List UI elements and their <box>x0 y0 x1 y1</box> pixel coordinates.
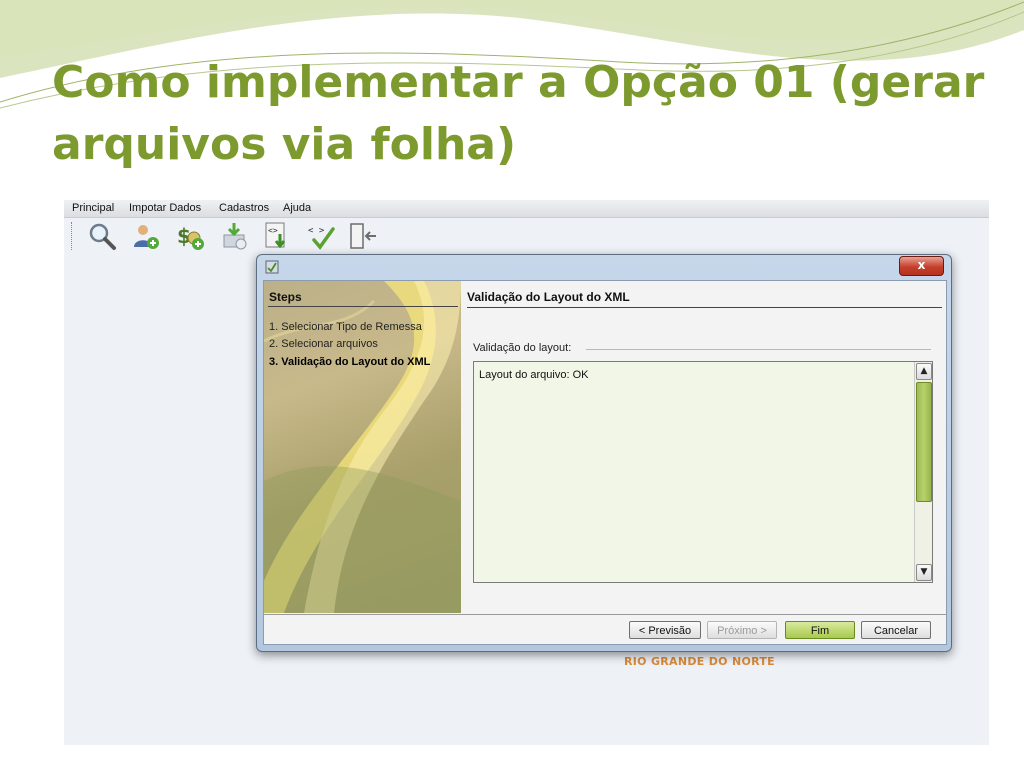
toolbar-grip[interactable] <box>71 222 74 250</box>
content-divider <box>467 307 942 308</box>
search-button[interactable] <box>87 221 117 251</box>
menu-importar-dados[interactable]: Impotar Dados <box>129 202 201 214</box>
add-user-button[interactable] <box>131 221 161 251</box>
exit-button[interactable] <box>348 221 378 251</box>
org-name: RIO GRANDE DO NORTE <box>624 655 775 668</box>
steps-panel: Steps 1. Selecionar Tipo de Remessa 2. S… <box>264 281 461 613</box>
vertical-scrollbar[interactable]: ▲ ▼ <box>914 362 932 582</box>
slide-title: Como implementar a Opção 01 (gerar arqui… <box>52 57 985 170</box>
steps-divider <box>268 306 458 307</box>
user-add-icon <box>134 225 159 249</box>
scroll-up-arrow-icon[interactable]: ▲ <box>916 363 932 380</box>
menu-ajuda[interactable]: Ajuda <box>283 202 311 214</box>
previous-button[interactable]: < Previsão <box>629 621 701 639</box>
step-2: 2. Selecionar arquivos <box>269 338 378 350</box>
validate-xml-icon: < > <box>308 226 335 250</box>
search-icon <box>89 223 116 250</box>
validation-result-text: Layout do arquivo: OK <box>479 369 589 381</box>
import-xml-button[interactable]: <> <box>262 221 292 251</box>
scrollbar-thumb[interactable] <box>916 382 932 502</box>
svg-text:< >: < > <box>308 226 325 236</box>
svg-text:<>: <> <box>268 226 278 235</box>
group-divider <box>586 349 931 350</box>
validation-group-label: Validação do layout: <box>473 342 572 354</box>
dialog-footer: < Previsão Próximo > Fim Cancelar <box>264 614 946 644</box>
dialog-body: Steps 1. Selecionar Tipo de Remessa 2. S… <box>263 280 947 645</box>
wizard-dialog: x Steps 1. Selecionar Tipo de Remessa 2.… <box>256 254 952 652</box>
menu-bar: Principal Impotar Dados Cadastros Ajuda <box>64 200 989 218</box>
app-icon <box>265 260 279 274</box>
next-button[interactable]: Próximo > <box>707 621 777 639</box>
download-button[interactable] <box>219 221 249 251</box>
content-title: Validação do Layout do XML <box>467 290 630 304</box>
step-3-current: 3. Validação do Layout do XML <box>269 356 431 368</box>
money-add-icon: $ <box>177 224 204 250</box>
import-xml-icon: <> <box>265 222 286 249</box>
toolbar: $ <> < > <box>64 218 989 256</box>
steps-title: Steps <box>269 290 302 304</box>
download-icon <box>223 223 247 250</box>
scroll-down-arrow-icon[interactable]: ▼ <box>916 564 932 581</box>
validate-xml-button[interactable]: < > <box>306 221 336 251</box>
menu-cadastros[interactable]: Cadastros <box>219 202 269 214</box>
exit-icon <box>350 223 376 249</box>
close-button[interactable]: x <box>899 256 944 276</box>
cancel-button[interactable]: Cancelar <box>861 621 931 639</box>
validation-result-area[interactable]: Layout do arquivo: OK ▲ ▼ <box>473 361 933 583</box>
step-1: 1. Selecionar Tipo de Remessa <box>269 321 422 333</box>
finish-button[interactable]: Fim <box>785 621 855 639</box>
add-money-button[interactable]: $ <box>175 221 205 251</box>
menu-principal[interactable]: Principal <box>72 202 114 214</box>
